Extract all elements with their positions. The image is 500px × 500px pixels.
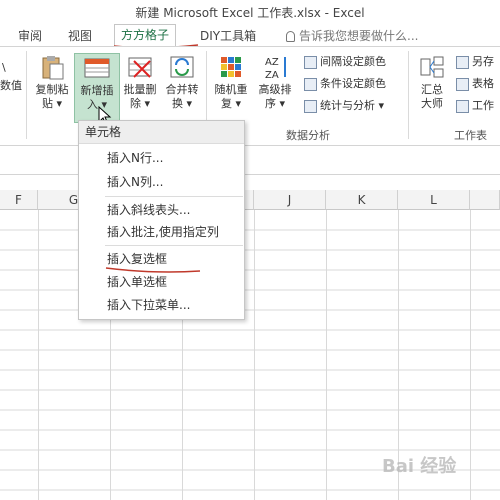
worksheet-icon: [456, 99, 469, 113]
menu-item-insert-n-cols[interactable]: 插入N列...: [79, 171, 244, 193]
table-label: 表格: [472, 77, 494, 90]
svg-text:ZA: ZA: [265, 70, 279, 81]
summary-icon: [418, 53, 446, 81]
menu-item-insert-dropdown[interactable]: 插入下拉菜单...: [79, 294, 244, 316]
menu-item-insert-n-rows[interactable]: 插入N行...: [79, 147, 244, 169]
tab-view[interactable]: 视图: [68, 26, 92, 46]
conditional-color-button[interactable]: 条件设定颜色: [304, 75, 386, 93]
add-insert-label-2: 入 ▾: [86, 98, 108, 111]
title-bar: 新建 Microsoft Excel 工作表.xlsx - Excel: [0, 0, 500, 26]
group-label-worksheet: 工作表: [454, 129, 487, 142]
interval-color-label: 间隔设定颜色: [320, 55, 386, 68]
random-duplicate-label-1: 随机重: [214, 83, 248, 96]
save-as-button[interactable]: 另存: [456, 53, 494, 71]
tab-review[interactable]: 审阅: [18, 26, 42, 46]
ribbon-separator: [26, 51, 27, 139]
delete-table-icon: [126, 53, 154, 81]
tell-me-placeholder: 告诉我您想要做什么...: [299, 29, 419, 43]
merge-convert-icon: [168, 53, 196, 81]
copy-paste-label-2: 贴 ▾: [41, 97, 63, 110]
add-insert-button[interactable]: 新增插 入 ▾: [74, 53, 120, 123]
batch-delete-label-1: 批量删: [123, 83, 157, 96]
merge-convert-label-2: 换 ▾: [171, 97, 193, 110]
random-grid-icon: [217, 53, 245, 81]
summary-master-label-2: 大师: [421, 97, 443, 110]
menu-separator: [105, 245, 243, 246]
stats-analysis-label: 统计与分析 ▾: [320, 99, 385, 112]
merge-convert-label-1: 合并转: [165, 83, 199, 96]
advanced-sort-label-1: 高级排: [258, 83, 292, 96]
summary-master-button[interactable]: 汇总 大师: [414, 53, 450, 111]
table-button[interactable]: 表格: [456, 75, 494, 93]
color-grid-icon: [304, 77, 317, 91]
color-grid-icon: [304, 55, 317, 69]
menu-separator: [105, 196, 243, 197]
clipboard-icon: [38, 53, 66, 81]
batch-delete-label-2: 除 ▾: [129, 97, 151, 110]
insert-dropdown-menu: 单元格 插入N行... 插入N列... 插入斜线表头... 插入批注,使用指定列…: [78, 120, 245, 320]
group-label-data-analysis: 数据分析: [286, 129, 330, 142]
tab-diy-toolbox[interactable]: DIY工具箱: [200, 26, 256, 46]
interval-color-button[interactable]: 间隔设定颜色: [304, 53, 386, 71]
advanced-sort-button[interactable]: AZ ZA 高级排 序 ▾: [254, 53, 296, 111]
menu-header: 单元格: [79, 121, 244, 144]
random-duplicate-label-2: 复 ▾: [220, 97, 242, 110]
sort-az-icon: AZ ZA: [261, 53, 289, 81]
batch-delete-button[interactable]: 批量删 除 ▾: [120, 53, 160, 111]
tell-me-box[interactable]: 告诉我您想要做什么...: [286, 26, 418, 46]
advanced-sort-label-2: 序 ▾: [264, 97, 286, 110]
summary-master-label-1: 汇总: [421, 83, 443, 96]
menu-item-insert-comment[interactable]: 插入批注,使用指定列: [79, 221, 244, 243]
worksheet-button[interactable]: 工作: [456, 97, 494, 115]
red-underline-checkbox: [105, 267, 201, 273]
add-insert-label-1: 新增插: [80, 84, 114, 97]
save-icon: [456, 55, 469, 69]
conditional-color-label: 条件设定颜色: [320, 77, 386, 90]
partial-left-2[interactable]: 数值: [0, 77, 22, 95]
merge-convert-button[interactable]: 合并转 换 ▾: [162, 53, 202, 111]
partial-left-1: \: [2, 61, 6, 74]
stats-analysis-button[interactable]: 统计与分析 ▾: [304, 97, 384, 115]
copy-paste-button[interactable]: 复制粘 贴 ▾: [32, 53, 72, 111]
save-as-label: 另存: [472, 55, 494, 68]
ribbon-separator: [408, 51, 409, 139]
table-icon: [456, 77, 469, 91]
lightbulb-icon: [286, 31, 295, 42]
insert-table-icon: [83, 54, 111, 82]
random-duplicate-button[interactable]: 随机重 复 ▾: [210, 53, 252, 111]
svg-text:AZ: AZ: [265, 57, 279, 68]
window-title: 新建 Microsoft Excel 工作表.xlsx - Excel: [135, 6, 365, 20]
worksheet-label: 工作: [472, 99, 494, 112]
stats-icon: [304, 99, 317, 113]
copy-paste-label-1: 复制粘: [35, 83, 69, 96]
ribbon: \ 数值 复制粘 贴 ▾ 新增插 入 ▾ 批量删 除 ▾ 合并转 换 ▾ 随机重…: [0, 46, 500, 146]
formula-bar[interactable]: [0, 150, 500, 175]
ribbon-tabs: 审阅 视图 方方格子 DIY工具箱 告诉我您想要做什么...: [0, 24, 500, 47]
watermark: Bai 经验: [382, 456, 457, 477]
menu-item-insert-diagonal-header[interactable]: 插入斜线表头...: [79, 199, 244, 221]
